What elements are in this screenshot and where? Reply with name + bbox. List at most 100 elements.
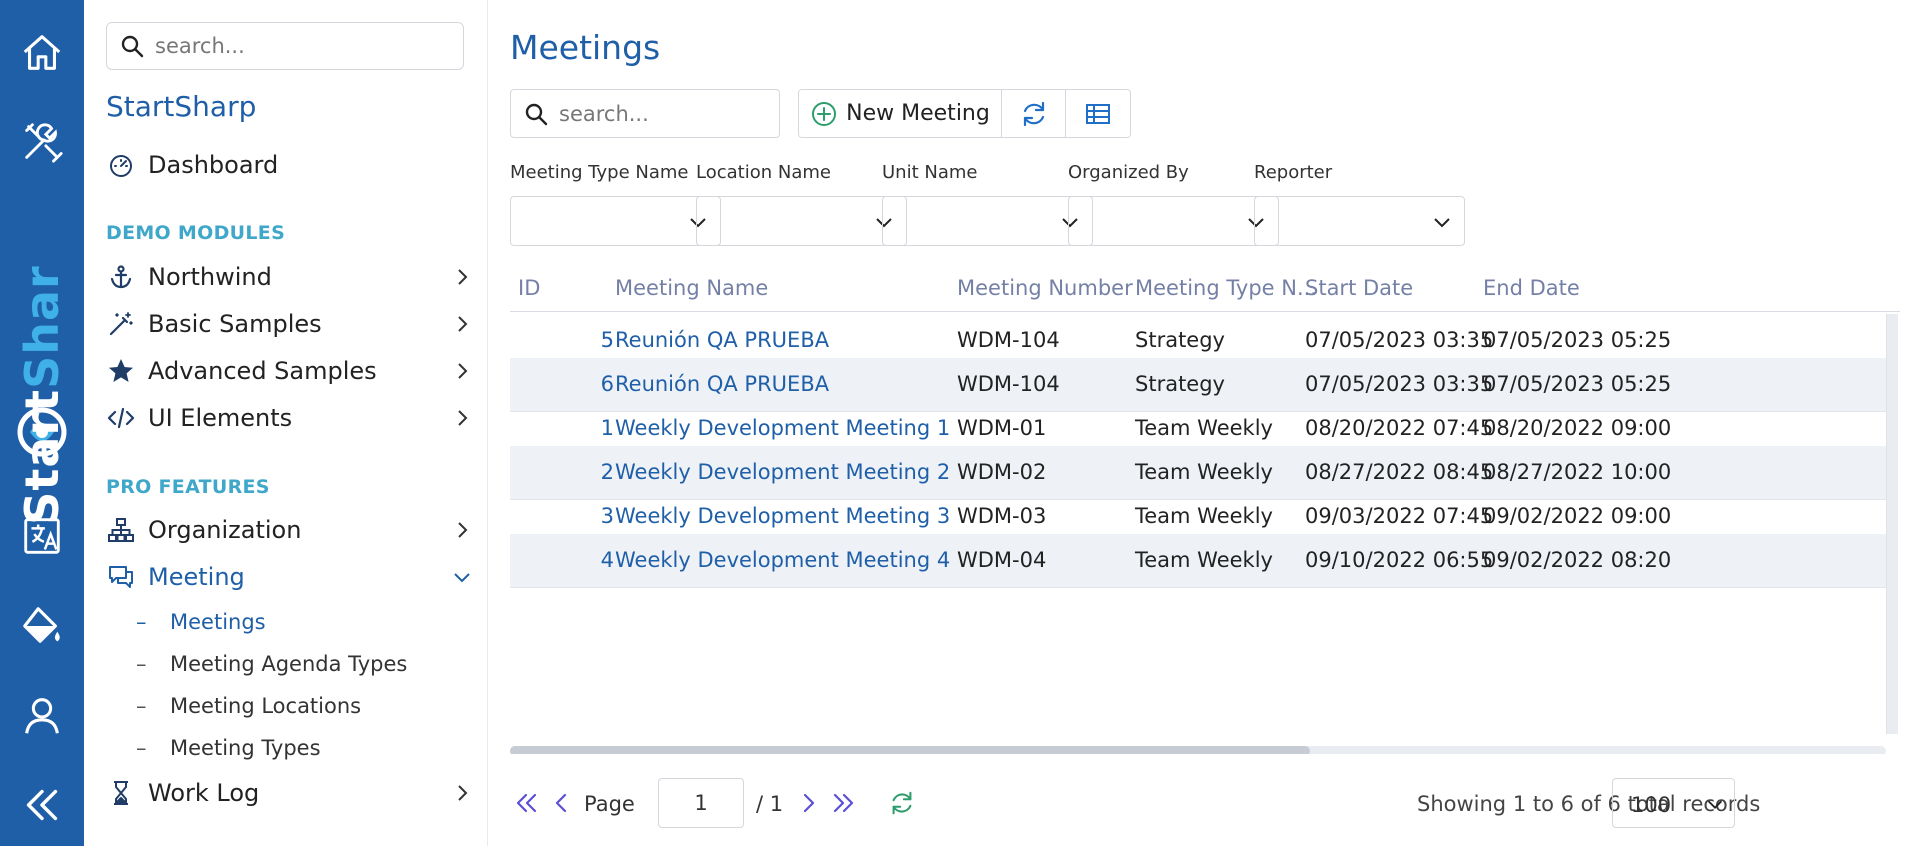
scrollbar-thumb[interactable] — [510, 746, 1310, 754]
filter-reporter: Reporter — [1254, 162, 1465, 246]
cell-end-date: 07/05/2023 05:25 — [1483, 372, 1672, 396]
cell-meeting-name[interactable]: Weekly Development Meeting 4 — [615, 548, 950, 572]
section-demo-modules: DEMO MODULES — [106, 222, 286, 244]
cell-meeting-name[interactable]: Reunión QA PRUEBA — [615, 328, 829, 352]
chevron-right-icon — [458, 410, 468, 426]
cell-start-date: 08/27/2022 08:45 — [1305, 460, 1494, 484]
column-header-meeting-number[interactable]: Meeting Number — [957, 276, 1133, 300]
filter-organized-by: Organized By — [1068, 162, 1279, 246]
column-header-id[interactable]: ID — [518, 276, 540, 300]
app-title[interactable]: StartSharp — [106, 90, 256, 123]
sidebar-item-basic-samples[interactable]: Basic Samples — [106, 304, 478, 344]
filter-label: Unit Name — [882, 162, 978, 183]
sidebar-subitem-meetings[interactable]: – Meetings — [136, 606, 266, 638]
sidebar-item-dashboard[interactable]: Dashboard — [106, 145, 478, 185]
column-header-meeting-name[interactable]: Meeting Name — [615, 276, 768, 300]
refresh-icon — [1023, 101, 1044, 126]
cell-id[interactable]: 5 — [510, 328, 614, 352]
sidebar-item-meeting[interactable]: Meeting — [106, 557, 478, 597]
cell-start-date: 09/10/2022 06:55 — [1305, 548, 1494, 572]
cell-start-date: 07/05/2023 03:35 — [1305, 328, 1494, 352]
filter-select[interactable] — [882, 196, 1093, 246]
star-icon — [106, 356, 136, 386]
filter-select[interactable] — [1068, 196, 1279, 246]
column-header-meeting-type[interactable]: Meeting Type N... — [1135, 276, 1317, 300]
sidebar-subitem-meeting-agenda-types[interactable]: – Meeting Agenda Types — [136, 648, 407, 680]
sub-bullet: – — [136, 610, 147, 634]
cell-meeting-number: WDM-01 — [957, 416, 1047, 440]
column-header-end-date[interactable]: End Date — [1483, 276, 1580, 300]
page-number-input[interactable] — [658, 778, 744, 828]
chevron-right-icon — [458, 785, 468, 801]
chat-icon — [106, 562, 136, 592]
collapse-icon[interactable] — [0, 775, 84, 835]
speedometer-icon — [106, 150, 136, 180]
page-size-select[interactable]: 100 — [1612, 778, 1735, 828]
sidebar-item-label: Basic Samples — [148, 310, 322, 338]
tools-icon[interactable] — [0, 112, 84, 172]
cell-id[interactable]: 6 — [510, 372, 614, 396]
filter-select[interactable] — [510, 196, 721, 246]
page-size-value: 100 — [1631, 793, 1672, 817]
next-page-icon[interactable] — [793, 788, 823, 818]
sidebar-item-ui-elements[interactable]: UI Elements — [106, 398, 478, 438]
sub-bullet: – — [136, 652, 147, 676]
anchor-icon — [106, 262, 136, 292]
refresh-button[interactable] — [1002, 90, 1066, 137]
cell-id[interactable]: 1 — [510, 416, 614, 440]
scrollbar-thumb[interactable] — [1886, 314, 1898, 734]
horizontal-scrollbar[interactable] — [510, 746, 1886, 754]
sidebar-search-input[interactable] — [155, 34, 455, 58]
filter-select[interactable] — [1254, 196, 1465, 246]
cell-meeting-number: WDM-104 — [957, 372, 1060, 396]
grid-search[interactable] — [510, 89, 780, 138]
filter-select[interactable] — [696, 196, 907, 246]
org-chart-icon — [106, 515, 136, 545]
filter-label: Meeting Type Name — [510, 162, 689, 183]
sidebar-subitem-meeting-locations[interactable]: – Meeting Locations — [136, 690, 361, 722]
sidebar-item-organization[interactable]: Organization — [106, 510, 478, 550]
sidebar-item-work-log[interactable]: Work Log — [106, 773, 478, 813]
cell-meeting-number: WDM-03 — [957, 504, 1047, 528]
sidebar-item-northwind[interactable]: Northwind — [106, 257, 478, 297]
home-icon[interactable] — [0, 22, 84, 82]
cell-start-date: 08/20/2022 07:45 — [1305, 416, 1494, 440]
cell-id[interactable]: 4 — [510, 548, 614, 572]
sidebar-subitem-meeting-types[interactable]: – Meeting Types — [136, 732, 321, 764]
cell-end-date: 09/02/2022 09:00 — [1483, 504, 1672, 528]
new-meeting-button[interactable]: New Meeting — [799, 90, 1002, 137]
new-meeting-label: New Meeting — [846, 101, 990, 126]
cell-id[interactable]: 2 — [510, 460, 614, 484]
filter-label: Organized By — [1068, 162, 1189, 183]
table-row[interactable]: 4 Weekly Development Meeting 4 WDM-04 Te… — [510, 534, 1886, 588]
last-page-icon[interactable] — [828, 788, 858, 818]
paint-bucket-icon[interactable] — [0, 596, 84, 656]
cell-meeting-type: Team Weekly — [1135, 416, 1273, 440]
chevron-right-icon — [458, 269, 468, 285]
cell-meeting-name[interactable]: Weekly Development Meeting 2 — [615, 460, 950, 484]
column-picker-button[interactable] — [1066, 90, 1130, 137]
pager-refresh-icon[interactable] — [887, 788, 917, 818]
previous-page-icon[interactable] — [547, 788, 577, 818]
cell-meeting-name[interactable]: Weekly Development Meeting 1 — [615, 416, 950, 440]
sidebar-search[interactable] — [106, 22, 464, 70]
cell-id[interactable]: 3 — [510, 504, 614, 528]
chevron-down-icon — [1707, 800, 1723, 809]
grid-header: ID Meeting Name Meeting Number Meeting T… — [510, 268, 1900, 312]
cell-start-date: 09/03/2022 07:45 — [1305, 504, 1494, 528]
sidebar-subitem-label: Meeting Types — [170, 736, 321, 760]
cell-meeting-name[interactable]: Weekly Development Meeting 3 — [615, 504, 950, 528]
brand-wordmark: StartShar — [15, 265, 69, 525]
vertical-scrollbar[interactable] — [1886, 314, 1898, 734]
app-rail: StartShar — [0, 0, 84, 846]
column-header-start-date[interactable]: Start Date — [1305, 276, 1413, 300]
meetings-grid: ID Meeting Name Meeting Number Meeting T… — [510, 268, 1900, 754]
cell-meeting-type: Strategy — [1135, 372, 1225, 396]
sidebar-item-advanced-samples[interactable]: Advanced Samples — [106, 351, 478, 391]
first-page-icon[interactable] — [512, 788, 542, 818]
chevron-right-icon — [458, 363, 468, 379]
translate-icon[interactable] — [0, 506, 84, 566]
user-icon[interactable] — [0, 686, 84, 746]
cell-meeting-name[interactable]: Reunión QA PRUEBA — [615, 372, 829, 396]
grid-search-input[interactable] — [559, 101, 769, 126]
